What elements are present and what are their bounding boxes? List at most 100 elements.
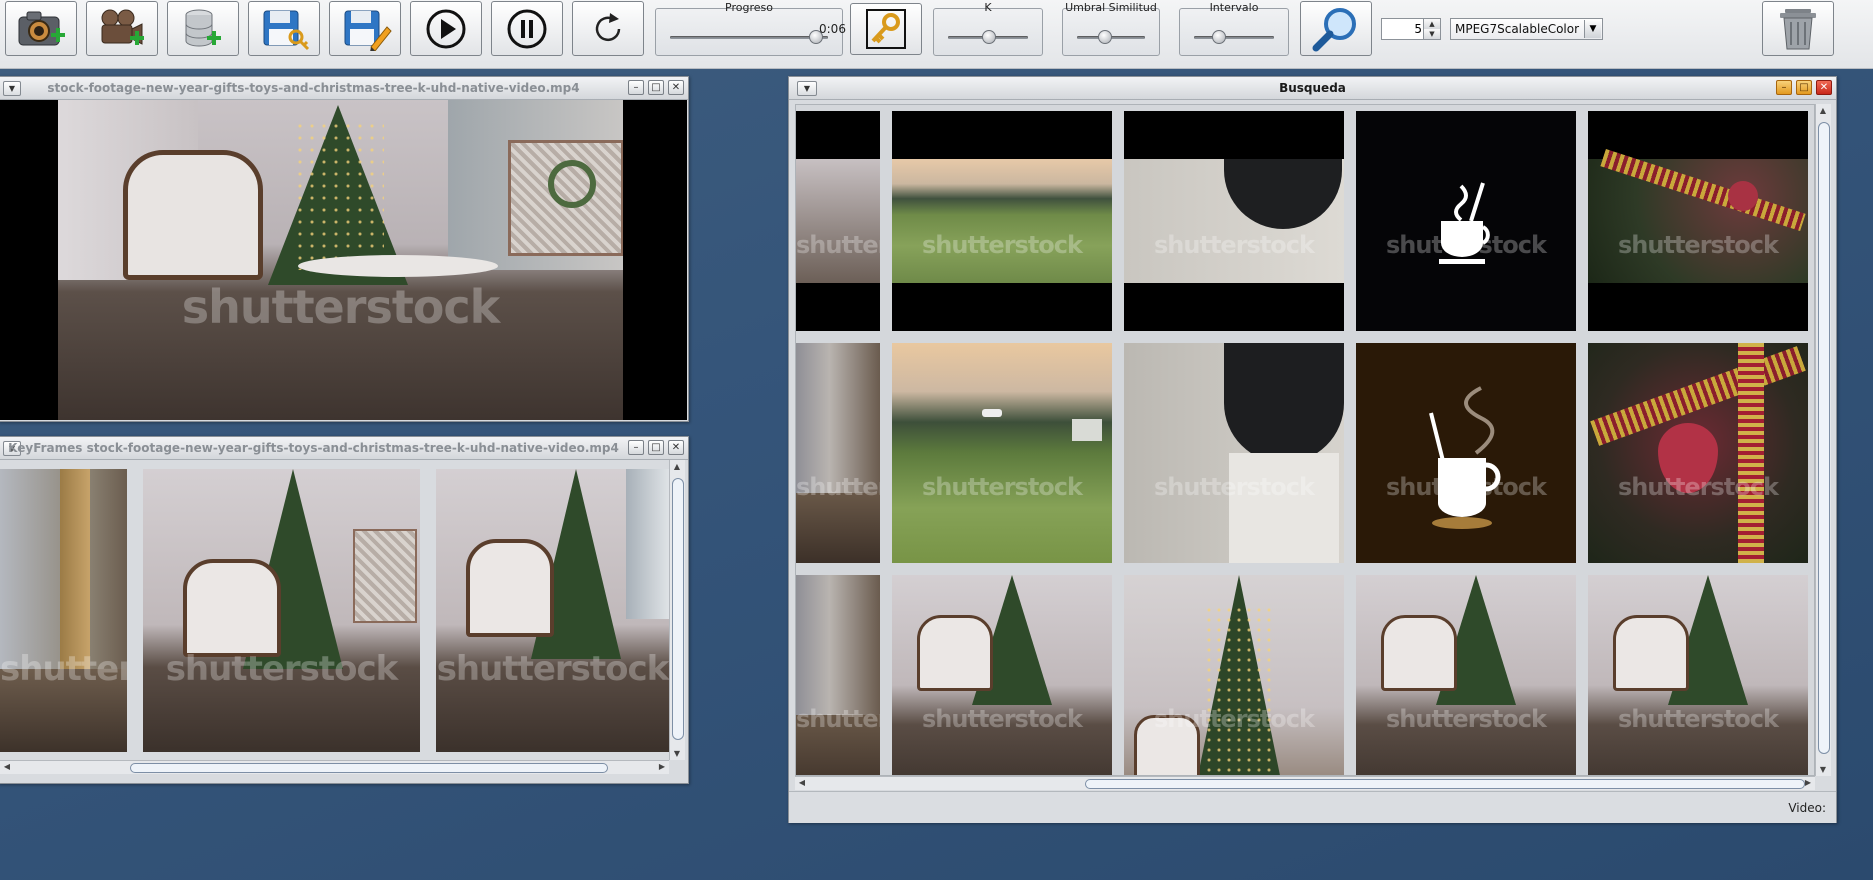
search-window-titlebar[interactable]: ▼ Busqueda – □ ✕ <box>789 77 1836 100</box>
result-thumbnail[interactable]: shutterstock <box>1588 111 1808 331</box>
result-thumbnail[interactable]: shutterstock <box>796 343 880 563</box>
result-watermark: shutterstock <box>1154 473 1315 501</box>
toolbar: Progreso 0:06 K Umbral Similitud Interva… <box>0 0 1873 69</box>
progress-time: 0:06 <box>819 22 846 36</box>
minimize-icon[interactable]: – <box>628 80 644 95</box>
save-edit-icon <box>344 10 392 51</box>
scroll-right-icon[interactable]: ▶ <box>1801 778 1815 787</box>
add-image-button[interactable] <box>5 1 77 56</box>
k-slider[interactable]: K <box>933 1 1043 56</box>
interval-track <box>1194 36 1274 39</box>
k-label: K <box>984 1 992 14</box>
keyframe-watermark: shutterstock <box>0 649 127 689</box>
keyframe-thumbnail[interactable]: shutterstock <box>436 469 669 752</box>
result-thumbnail[interactable]: shutterstock <box>1124 575 1344 775</box>
play-icon <box>426 9 466 48</box>
key-icon <box>866 9 906 49</box>
keyframe-thumbnail[interactable]: shutterstock <box>0 469 127 752</box>
add-video-button[interactable] <box>86 1 158 56</box>
spinner-down-icon[interactable]: ▼ <box>1423 29 1440 39</box>
maximize-icon[interactable]: □ <box>648 440 664 455</box>
minimize-icon[interactable]: – <box>1776 80 1792 95</box>
result-watermark: shutterstock <box>1386 473 1547 501</box>
keyframe-thumbnail[interactable]: shutterstock <box>143 469 420 752</box>
save-key-icon <box>263 10 310 50</box>
interval-slider[interactable]: Intervalo <box>1179 1 1289 56</box>
result-thumbnail[interactable]: shutterstock <box>892 575 1112 775</box>
progress-track <box>670 36 828 39</box>
result-watermark: shutterstock <box>1154 231 1315 259</box>
maximize-icon[interactable]: □ <box>1796 80 1812 95</box>
result-watermark: shutterstock <box>1386 231 1547 259</box>
spinner-up-icon[interactable]: ▲ <box>1423 19 1440 29</box>
save-edit-button[interactable] <box>329 1 401 56</box>
k-spinner[interactable]: 5 ▲ ▼ <box>1381 18 1441 40</box>
pause-button[interactable] <box>491 1 563 56</box>
minimize-icon[interactable]: – <box>628 440 644 455</box>
video-frame: shutterstock <box>58 100 623 420</box>
result-thumbnail[interactable]: shutterstock <box>796 575 880 775</box>
search-button[interactable] <box>1300 1 1372 56</box>
play-button[interactable] <box>410 1 482 56</box>
save-key-button[interactable] <box>248 1 320 56</box>
scroll-up-icon[interactable]: ▲ <box>1816 106 1830 115</box>
keyframes-button[interactable] <box>850 3 922 55</box>
close-icon[interactable]: ✕ <box>668 440 684 455</box>
close-icon[interactable]: ✕ <box>668 80 684 95</box>
result-thumbnail[interactable]: shutterstock <box>1588 575 1808 775</box>
reload-button[interactable] <box>572 1 644 56</box>
scroll-left-icon[interactable]: ◀ <box>0 762 14 771</box>
result-thumbnail[interactable]: shutterstock <box>1356 575 1576 775</box>
descriptor-select-value: MPEG7ScalableColor <box>1455 22 1580 36</box>
result-thumbnail[interactable]: shutterstock <box>892 343 1112 563</box>
keyframes-horizontal-scrollbar[interactable]: ◀ ▶ <box>0 760 669 774</box>
refresh-icon <box>595 12 621 41</box>
result-watermark: shutterstock <box>922 231 1083 259</box>
result-thumbnail[interactable]: shutterstock <box>1124 343 1344 563</box>
threshold-label: Umbral Similitud <box>1065 1 1157 14</box>
scroll-up-icon[interactable]: ▲ <box>670 462 684 471</box>
keyframes-vertical-scrollbar[interactable]: ▲ ▼ <box>669 460 685 760</box>
trash-button[interactable] <box>1762 1 1834 56</box>
result-watermark: shutterstock <box>796 231 880 259</box>
close-icon[interactable]: ✕ <box>1816 80 1832 95</box>
keyframes-horizontal-scroll-thumb[interactable] <box>130 763 608 773</box>
scroll-right-icon[interactable]: ▶ <box>655 762 669 771</box>
results-vertical-scroll-thumb[interactable] <box>1818 122 1830 754</box>
results-vertical-scrollbar[interactable]: ▲ ▼ <box>1815 104 1831 776</box>
status-video-label: Video: <box>1788 801 1826 815</box>
video-window-title: stock-footage-new-year-gifts-toys-and-ch… <box>47 81 580 95</box>
video-watermark: shutterstock <box>181 280 501 334</box>
trash-icon <box>1780 8 1816 49</box>
progress-label: Progreso <box>725 1 773 14</box>
maximize-icon[interactable]: □ <box>648 80 664 95</box>
video-window-titlebar[interactable]: ▼ stock-footage-new-year-gifts-toys-and-… <box>0 77 688 100</box>
threshold-thumb[interactable] <box>1098 30 1113 44</box>
search-window[interactable]: ▼ Busqueda – □ ✕ shutterstock shuttersto… <box>788 76 1837 823</box>
k-spinner-value: 5 <box>1414 22 1422 36</box>
results-horizontal-scroll-thumb[interactable] <box>1085 779 1805 789</box>
scroll-down-icon[interactable]: ▼ <box>670 749 684 758</box>
result-thumbnail[interactable]: shutterstock <box>1356 343 1576 563</box>
result-thumbnail[interactable]: shutterstock <box>1588 343 1808 563</box>
video-window[interactable]: ▼ stock-footage-new-year-gifts-toys-and-… <box>0 76 689 422</box>
k-thumb[interactable] <box>982 30 996 44</box>
keyframes-window[interactable]: ▼ KeyFrames stock-footage-new-year-gifts… <box>0 436 689 784</box>
progress-slider[interactable]: Progreso <box>655 1 843 56</box>
descriptor-select[interactable]: MPEG7ScalableColor ▼ <box>1450 18 1603 40</box>
add-database-button[interactable] <box>167 1 239 56</box>
result-thumbnail[interactable]: shutterstock <box>1124 111 1344 331</box>
result-watermark: shutterstock <box>922 705 1083 733</box>
chevron-down-icon[interactable]: ▼ <box>1584 20 1601 38</box>
results-horizontal-scrollbar[interactable]: ◀ ▶ <box>795 776 1815 790</box>
interval-thumb[interactable] <box>1212 30 1226 44</box>
result-watermark: shutterstock <box>1618 473 1779 501</box>
threshold-slider[interactable]: Umbral Similitud <box>1062 1 1160 56</box>
result-thumbnail[interactable]: shutterstock <box>1356 111 1576 331</box>
result-thumbnail[interactable]: shutterstock <box>796 111 880 331</box>
scroll-left-icon[interactable]: ◀ <box>795 778 809 787</box>
keyframes-window-titlebar[interactable]: ▼ KeyFrames stock-footage-new-year-gifts… <box>0 437 688 460</box>
scroll-down-icon[interactable]: ▼ <box>1816 765 1830 774</box>
result-thumbnail[interactable]: shutterstock <box>892 111 1112 331</box>
keyframes-vertical-scroll-thumb[interactable] <box>672 478 684 740</box>
